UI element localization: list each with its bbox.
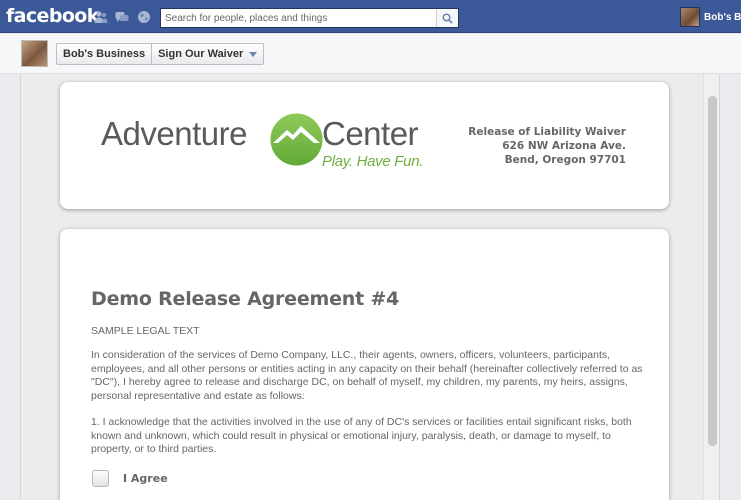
notifications-globe-icon[interactable] [137,10,151,24]
page-header-bar: Bob's Business Sign Our Waiver [0,34,741,74]
facebook-top-bar: facebook Bob's B [0,0,741,33]
city-state-zip: Bend, Oregon 97701 [504,154,626,166]
agree-checkbox[interactable] [92,470,109,487]
breadcrumb-page-link[interactable]: Bob's Business [57,44,153,64]
user-avatar [680,7,700,27]
mountain-logo-icon [270,113,323,166]
brand-name-left: Adventure [101,115,247,152]
search-input[interactable] [161,9,436,27]
legal-paragraph-2: 1. I acknowledge that the activities inv… [91,416,632,455]
friend-requests-icon[interactable] [94,10,108,24]
agree-label[interactable]: I Agree [123,472,168,485]
chevron-down-icon [249,51,258,57]
brand-tagline: Play. Have Fun. [322,153,424,170]
user-name: Bob's B [704,11,741,23]
scrollbar[interactable] [703,74,719,500]
breadcrumb: Bob's Business Sign Our Waiver [56,43,265,65]
facebook-logo[interactable]: facebook [6,5,99,27]
search-button[interactable] [436,9,458,27]
page-avatar[interactable] [21,40,48,67]
document-subtitle: SAMPLE LEGAL TEXT [91,325,200,337]
street-address: 626 NW Arizona Ave. [502,140,626,152]
waiver-label: Release of Liability Waiver [468,126,626,138]
scrollbar-thumb[interactable] [708,96,717,446]
profile-link[interactable]: Bob's B [680,7,741,27]
search-icon [442,12,453,24]
brand-name-right: Center [322,115,419,152]
search-box [160,8,459,28]
legal-paragraph-1: In consideration of the services of Demo… [91,349,643,402]
company-address: Release of Liability Waiver 626 NW Arizo… [468,125,626,167]
messages-icon[interactable] [115,10,129,24]
app-menu-dropdown[interactable]: Sign Our Waiver [152,44,263,64]
app-menu-label: Sign Our Waiver [158,48,244,60]
document-title: Demo Release Agreement #4 [91,288,400,310]
agree-row: I Agree [92,470,168,487]
